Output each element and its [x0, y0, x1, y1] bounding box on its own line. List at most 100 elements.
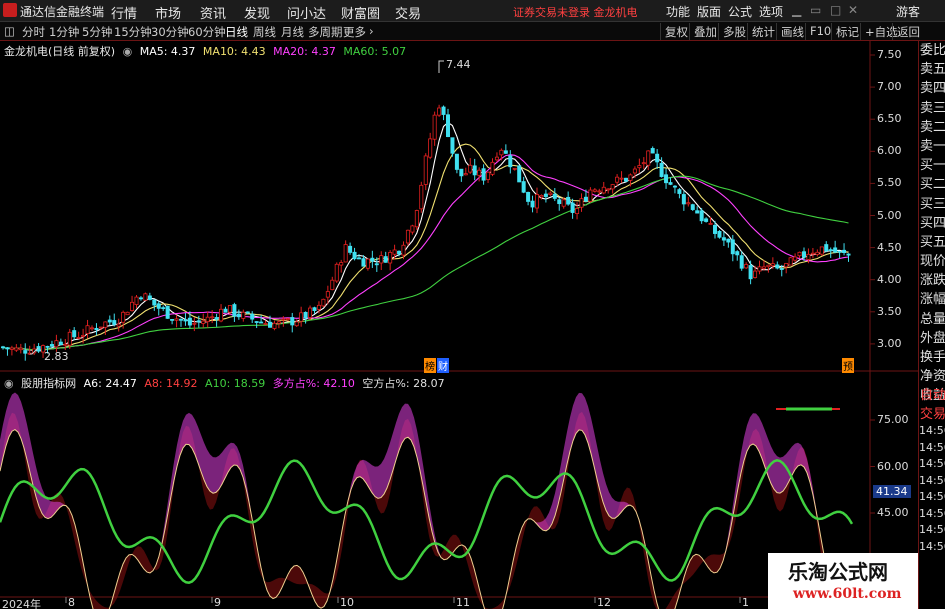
candle-body: [490, 161, 495, 175]
quote-field-13[interactable]: 涨幅: [919, 290, 945, 309]
quote-field-9[interactable]: 买四: [919, 214, 945, 233]
candle-body: [232, 304, 237, 317]
indicator-tick-label: 60.00: [877, 459, 909, 473]
candle-body: [423, 155, 428, 185]
candle-body: [699, 210, 704, 222]
candle-body: [81, 335, 86, 337]
price-tick-label: 7.00: [877, 80, 902, 94]
tick-time-1: 14:56: [919, 440, 945, 454]
tick-time-0: 14:56: [919, 424, 945, 438]
candle-body: [23, 350, 28, 354]
candle-body: [606, 188, 611, 191]
candle-body: [321, 298, 326, 307]
price-grid: [870, 54, 875, 560]
candle-body: [450, 137, 455, 154]
quote-field-17[interactable]: 净资: [919, 367, 945, 386]
candle-body: [339, 262, 344, 266]
marker-bang[interactable]: 榜: [424, 358, 436, 373]
date-label-nov: 11: [456, 596, 470, 609]
candle-body: [259, 321, 264, 324]
quote-field-15[interactable]: 外盘: [919, 329, 945, 348]
tick-time-6: 14:56: [919, 523, 945, 537]
candle-body: [437, 107, 442, 116]
candle-body: [210, 316, 215, 319]
candle-body: [535, 194, 540, 209]
quote-field-2[interactable]: 卖四: [919, 79, 945, 98]
candle-body: [201, 320, 206, 324]
quote-side-panel: 委比 卖五 卖四 卖三 卖二 卖一 买一 买二 买三 买四 买五 现价 涨跌 涨幅 总量 外盘 换手 净资 收益 自…: [918, 41, 945, 609]
quote-field-1[interactable]: 卖五: [919, 60, 945, 79]
candle-body: [508, 155, 513, 168]
quote-field-16[interactable]: 换手: [919, 348, 945, 367]
quote-field-12[interactable]: 涨跌: [919, 271, 945, 290]
candle-body: [583, 196, 588, 202]
candle-body: [575, 208, 580, 214]
price-tick-label: 5.50: [877, 176, 902, 190]
candle-body: [98, 326, 103, 329]
candle-body: [517, 165, 522, 183]
watermark-url: www.60lt.com: [793, 586, 902, 602]
candle-body: [272, 322, 277, 329]
candle-body: [624, 177, 629, 182]
candle-body: [281, 318, 286, 321]
candle-body: [165, 305, 170, 319]
candle-body: [784, 262, 789, 268]
candle-body: [54, 340, 59, 348]
candle-body: [410, 225, 415, 233]
candle-body: [441, 106, 446, 115]
candle-body: [316, 304, 321, 310]
candle-body: [690, 204, 695, 210]
candle-body: [107, 319, 112, 323]
candle-body: [116, 323, 121, 327]
candle-body: [156, 303, 161, 309]
candle-body: [174, 318, 179, 321]
candle-body: [196, 320, 201, 323]
candle-body: [650, 148, 655, 154]
quote-field-6[interactable]: 买一: [919, 156, 945, 175]
auto-trade-label[interactable]: 自动: [919, 386, 945, 405]
candle-body: [739, 255, 744, 269]
quote-field-8[interactable]: 买三: [919, 195, 945, 214]
date-label-dec: 12: [597, 596, 611, 609]
candle-body: [788, 257, 793, 266]
quote-field-10[interactable]: 买五: [919, 233, 945, 252]
candle-body: [267, 321, 272, 328]
candle-body: [668, 182, 673, 185]
candle-body: [276, 321, 281, 324]
candle-body: [388, 252, 393, 264]
candle-body: [704, 218, 709, 222]
quote-field-11[interactable]: 现价: [919, 252, 945, 271]
marker-cai[interactable]: 财: [437, 358, 449, 373]
quote-field-0[interactable]: 委比: [919, 41, 945, 60]
candle-body: [183, 319, 188, 322]
candle-body: [570, 202, 575, 213]
candle-body: [842, 249, 847, 253]
candle-body: [428, 138, 433, 158]
marker-yu[interactable]: 预: [842, 358, 854, 373]
stock-chart[interactable]: [0, 0, 945, 609]
candle-body: [695, 210, 700, 214]
quote-field-7[interactable]: 买二: [919, 175, 945, 194]
candle-body: [285, 318, 290, 321]
candle-body: [592, 189, 597, 192]
candle-body: [227, 304, 232, 313]
trade-label[interactable]: 交易: [919, 405, 945, 424]
quote-field-14[interactable]: 总量: [919, 310, 945, 329]
candle-body: [646, 150, 651, 166]
quote-field-3[interactable]: 卖三: [919, 99, 945, 118]
candle-body: [561, 199, 566, 207]
candle-body: [824, 244, 829, 252]
candle-body: [641, 162, 646, 165]
candle-body: [597, 190, 602, 193]
quote-field-5[interactable]: 卖一: [919, 137, 945, 156]
candle-body: [170, 318, 175, 321]
quote-field-4[interactable]: 卖二: [919, 118, 945, 137]
candle-body: [76, 337, 81, 339]
candle-body: [134, 296, 139, 306]
candle-body: [655, 153, 660, 163]
candle-body: [468, 164, 473, 173]
candle-body: [294, 321, 299, 327]
date-label-aug: 8: [68, 596, 75, 609]
watermark-title: 乐淘公式网: [788, 560, 888, 584]
candle-body: [779, 268, 784, 270]
